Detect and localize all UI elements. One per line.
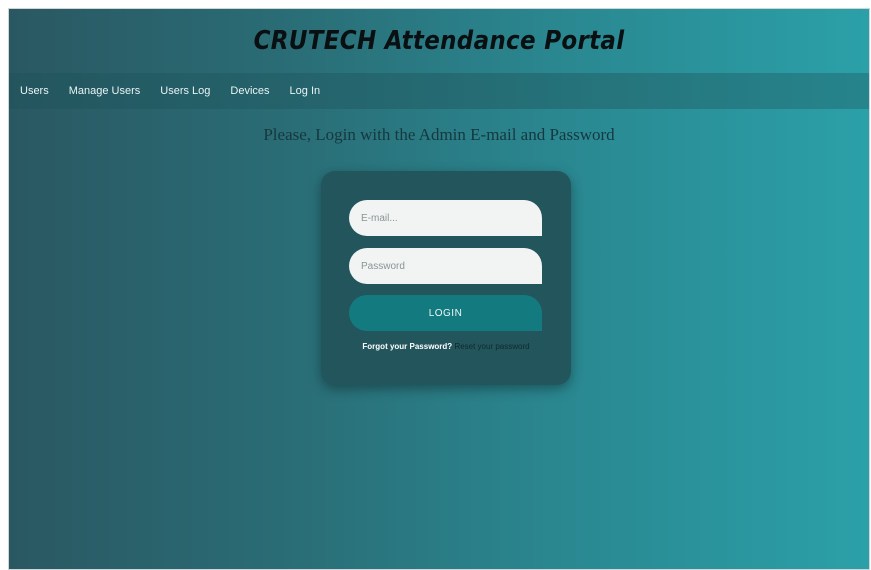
login-button[interactable]: LOGIN [349, 295, 542, 331]
nav-users-log[interactable]: Users Log [160, 85, 210, 97]
email-field[interactable] [349, 200, 542, 236]
page-title: CRUTECH Attendance Portal [253, 26, 625, 56]
login-prompt: Please, Login with the Admin E-mail and … [263, 125, 615, 144]
page-frame: CRUTECH Attendance Portal Users Manage U… [8, 8, 870, 570]
login-card: LOGIN Forgot your Password? Reset your p… [321, 171, 571, 385]
nav-manage-users[interactable]: Manage Users [69, 85, 141, 97]
forgot-password-row: Forgot your Password? Reset your passwor… [321, 342, 571, 351]
nav-devices[interactable]: Devices [230, 85, 269, 97]
navbar: Users Manage Users Users Log Devices Log… [9, 73, 869, 109]
header: CRUTECH Attendance Portal [9, 9, 869, 73]
password-field[interactable] [349, 248, 542, 284]
forgot-password-text: Forgot your Password? [362, 342, 453, 351]
nav-users[interactable]: Users [20, 85, 49, 97]
reset-password-link[interactable]: Reset your password [454, 342, 529, 351]
nav-log-in[interactable]: Log In [290, 85, 321, 97]
